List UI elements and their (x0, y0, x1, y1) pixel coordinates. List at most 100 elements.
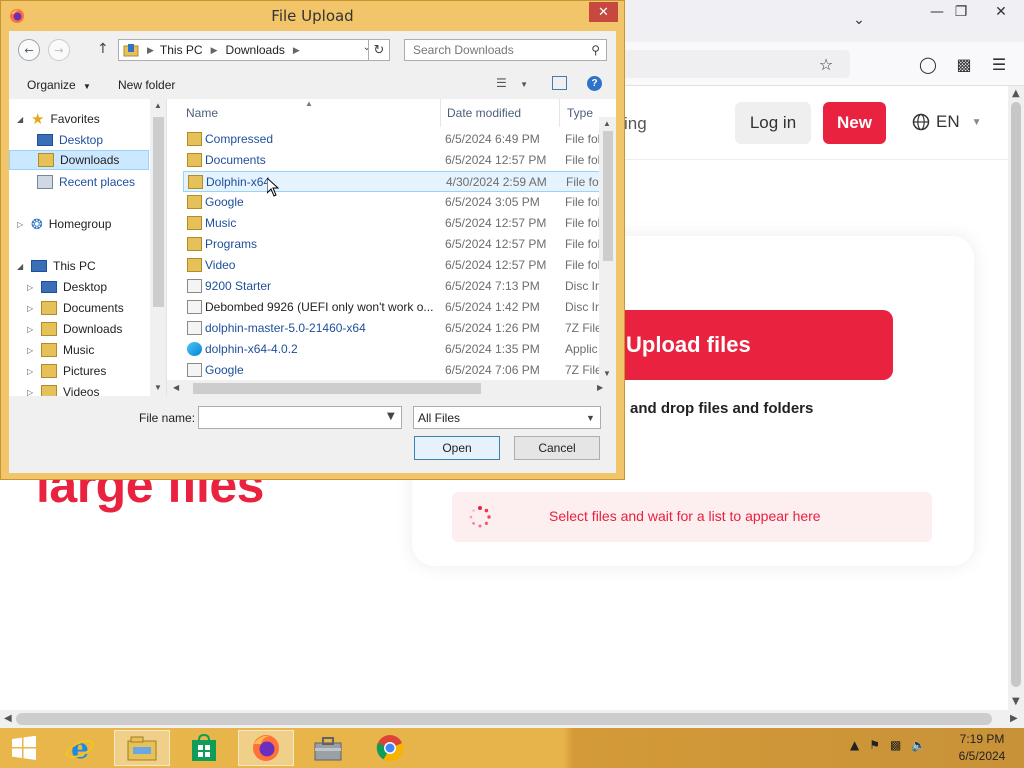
file-row[interactable]: dolphin-master-5.0-21460-x64 6/5/2024 1:2… (183, 318, 603, 339)
tree-item-pc-music[interactable]: ▷ Music (27, 340, 94, 360)
tree-label: Music (63, 343, 95, 357)
show-hidden-icons-icon[interactable]: ▲ (850, 738, 859, 752)
column-header-type[interactable]: Type (567, 106, 593, 120)
breadcrumb-this-pc[interactable]: This PC (160, 43, 203, 57)
tree-item-favorites-downloads[interactable]: Downloads (9, 150, 149, 170)
tree-item-recent-places[interactable]: Recent places (37, 172, 135, 192)
app-menu-icon[interactable]: ☰ (988, 53, 1010, 75)
tree-item-favorites[interactable]: ◢ ★ Favorites (17, 109, 100, 129)
taskbar-chrome[interactable] (362, 730, 418, 766)
volume-muted-icon[interactable]: 🔈 (911, 738, 926, 752)
page-horizontal-scroll-thumb[interactable] (16, 713, 992, 725)
up-button[interactable]: ↑ (97, 41, 109, 57)
sort-ascending-icon: ▲ (305, 99, 313, 108)
collapsed-triangle-icon: ▷ (27, 387, 34, 397)
change-view-button[interactable]: ☰ ▼ (496, 76, 528, 90)
file-row[interactable]: Compressed 6/5/2024 6:49 PM File fol (183, 129, 603, 150)
scroll-right-arrow-icon[interactable]: ▶ (597, 383, 603, 392)
taskbar-file-explorer[interactable] (114, 730, 170, 766)
file-type-select[interactable]: All Files ▼ (413, 406, 601, 429)
tab-list-chevron-icon[interactable]: ⌄ (842, 8, 876, 32)
breadcrumb-downloads[interactable]: Downloads (226, 43, 285, 57)
scroll-up-arrow-icon[interactable]: ▲ (1012, 88, 1020, 99)
file-row[interactable]: Music 6/5/2024 12:57 PM File fol (183, 213, 603, 234)
tree-item-pc-pictures[interactable]: ▷ Pictures (27, 361, 106, 381)
file-row[interactable]: Documents 6/5/2024 12:57 PM File fol (183, 150, 603, 171)
column-header-name[interactable]: Name (186, 106, 218, 120)
downloads-folder-icon (123, 44, 139, 57)
tree-item-pc-documents[interactable]: ▷ Documents (27, 298, 124, 318)
scroll-left-arrow-icon[interactable]: ◀ (173, 383, 179, 392)
page-vertical-scroll-thumb[interactable] (1011, 102, 1021, 687)
new-button[interactable]: New (823, 102, 886, 144)
login-button[interactable]: Log in (735, 102, 811, 144)
archive-file-icon (187, 321, 202, 335)
tree-item-favorites-desktop[interactable]: Desktop (37, 130, 103, 150)
extensions-icon[interactable]: ▩ (953, 53, 975, 75)
tree-vertical-scroll-thumb[interactable] (153, 117, 164, 307)
scroll-up-arrow-icon[interactable]: ▲ (154, 101, 162, 110)
tree-item-pc-downloads[interactable]: ▷ Downloads (27, 319, 122, 339)
tree-item-pc-videos[interactable]: ▷ Videos (27, 382, 99, 396)
file-row[interactable]: Google 6/5/2024 7:06 PM 7Z File (183, 360, 603, 381)
list-horizontal-scroll-thumb[interactable] (193, 383, 481, 394)
archive-file-icon (187, 363, 202, 377)
organize-button[interactable]: Organize ▼ (27, 78, 91, 92)
file-name: Dolphin-x64 (206, 175, 271, 189)
refresh-button[interactable]: ↻ (368, 39, 390, 61)
language-selector[interactable]: EN ▼ (912, 112, 982, 132)
bookmark-star-icon[interactable]: ☆ (815, 53, 837, 75)
taskbar-ie[interactable]: e (52, 730, 108, 766)
column-separator[interactable] (440, 99, 441, 127)
scroll-up-arrow-icon[interactable]: ▲ (603, 119, 611, 128)
file-row[interactable]: Video 6/5/2024 12:57 PM File fol (183, 255, 603, 276)
tree-label: Downloads (60, 153, 120, 167)
scroll-right-arrow-icon[interactable]: ▶ (1010, 713, 1018, 724)
restore-icon[interactable]: ❐ (944, 0, 978, 24)
help-icon[interactable]: ? (587, 76, 602, 91)
start-button[interactable] (0, 730, 48, 766)
scroll-down-arrow-icon[interactable]: ▼ (1012, 696, 1020, 707)
file-row[interactable]: Dolphin-x64 4/30/2024 2:59 AM File fol (183, 171, 603, 192)
tree-label: Downloads (63, 322, 123, 336)
taskbar-briefcase[interactable] (300, 730, 356, 766)
taskbar-firefox[interactable] (238, 730, 294, 766)
network-icon[interactable]: ▩ (890, 738, 901, 752)
file-name-dropdown-icon[interactable]: ▼ (387, 411, 395, 422)
pocket-icon[interactable]: ◯ (917, 53, 939, 75)
taskbar-store[interactable] (176, 730, 232, 766)
column-separator[interactable] (559, 99, 560, 127)
preview-pane-icon[interactable] (552, 76, 567, 90)
nav-link-partial[interactable]: ing (624, 114, 647, 134)
clock-time: 7:19 PM (959, 732, 1005, 746)
dialog-close-button[interactable]: ✕ (589, 2, 618, 22)
search-input[interactable]: Search Downloads ⚲ (404, 39, 607, 61)
file-name-input[interactable] (198, 406, 402, 429)
file-row[interactable]: Google 6/5/2024 3:05 PM File fol (183, 192, 603, 213)
back-button[interactable]: ← (18, 39, 40, 61)
new-folder-button[interactable]: New folder (118, 78, 175, 92)
scroll-down-arrow-icon[interactable]: ▼ (603, 369, 611, 378)
tree-label: Videos (63, 385, 100, 396)
file-row[interactable]: 9200 Starter 6/5/2024 7:13 PM Disc In (183, 276, 603, 297)
collapsed-triangle-icon: ▷ (17, 219, 24, 229)
scroll-down-arrow-icon[interactable]: ▼ (154, 383, 162, 392)
file-row[interactable]: Debombed 9926 (UEFI only won't work o...… (183, 297, 603, 318)
mouse-cursor-icon (267, 178, 279, 197)
address-bar[interactable]: ▶ This PC ▶ Downloads ▶ ⌄ (118, 39, 374, 61)
tree-item-homegroup[interactable]: ▷ ❂ Homegroup (17, 214, 111, 234)
taskbar-clock[interactable]: 7:19 PM 6/5/2024 (950, 731, 1014, 765)
open-button[interactable]: Open (414, 436, 500, 460)
cancel-button[interactable]: Cancel (514, 436, 600, 460)
tree-item-this-pc[interactable]: ◢ This PC (17, 256, 96, 276)
forward-button[interactable]: → (48, 39, 70, 61)
column-header-date[interactable]: Date modified (447, 106, 521, 120)
tree-label: Favorites (50, 112, 100, 126)
tree-item-pc-desktop[interactable]: ▷ Desktop (27, 277, 107, 297)
file-row[interactable]: Programs 6/5/2024 12:57 PM File fol (183, 234, 603, 255)
scroll-left-arrow-icon[interactable]: ◀ (4, 713, 12, 724)
action-center-flag-icon[interactable]: ⚑ (869, 738, 880, 752)
file-row[interactable]: dolphin-x64-4.0.2 6/5/2024 1:35 PM Applic (183, 339, 603, 360)
list-vertical-scroll-thumb[interactable] (603, 131, 613, 261)
close-window-icon[interactable]: ✕ (984, 0, 1018, 24)
